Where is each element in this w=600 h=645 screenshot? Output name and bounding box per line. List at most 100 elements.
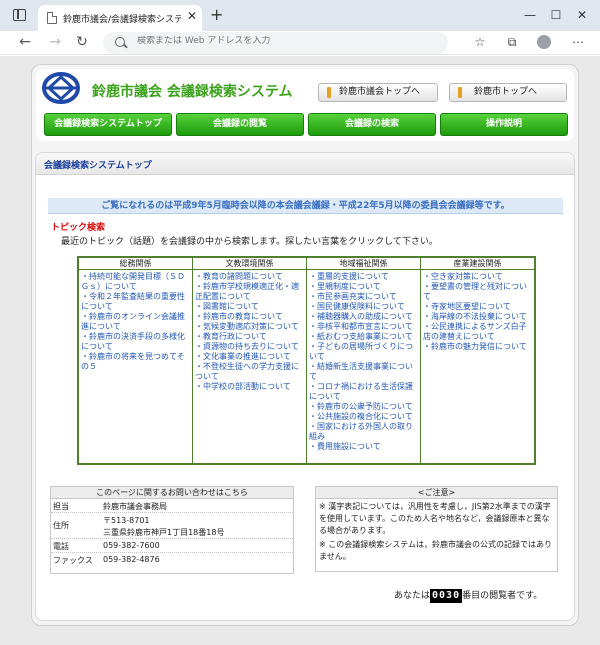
topic-column-industry: 産業建設関係 空き家対策について 要望書の管理と残対について 寺家地区要望につい… <box>421 258 534 463</box>
topic-link[interactable]: 資源物の持ち去りについて <box>195 342 304 352</box>
topic-list: 持続可能な開発目標（ＳＤＧｓ）について 令和２年監査結果の重要性について 鈴鹿市… <box>79 270 192 372</box>
topic-link[interactable]: 非核平和都市宣言について <box>309 322 418 332</box>
search-icon <box>115 37 125 47</box>
topic-link[interactable]: 鈴鹿市学校規模適正化・適正配置について <box>195 282 304 302</box>
topic-link[interactable]: 国家における外国人の取り組み <box>309 422 418 442</box>
page-icon <box>47 12 57 24</box>
page-viewport: 鈴鹿市議会 会議録検索システム 鈴鹿市議会トップへ 鈴鹿市トップへ 会議録検索シ… <box>0 56 600 645</box>
topic-link[interactable]: 持続可能な開発目標（ＳＤＧｓ）について <box>81 272 190 292</box>
topic-link[interactable]: 鈴鹿市の教育について <box>195 312 304 322</box>
topic-link[interactable]: 紙おむつ支給事業について <box>309 332 418 342</box>
site-title: 鈴鹿市議会 会議録検索システム <box>92 84 293 100</box>
topic-link[interactable]: 不登校生徒への学力支援について <box>195 362 304 382</box>
topic-link[interactable]: 教育行政について <box>195 332 304 342</box>
topic-search-heading: トピック検索 <box>51 223 106 233</box>
topic-link[interactable]: 空き家対策について <box>423 272 532 282</box>
address-input[interactable] <box>137 36 437 46</box>
topic-link[interactable]: 公民連携によるサンズ白子店の建替えについて <box>423 322 532 342</box>
caution-text: ※ 漢字表記については，汎用性を考慮し，JIS第2水準までの漢字を使用しています… <box>319 502 551 535</box>
topic-link[interactable]: コロナ禍における生活保護について <box>309 382 418 402</box>
contact-row: 電話 059-382-7600 <box>51 539 293 553</box>
topic-column-heading: 産業建設関係 <box>421 258 534 270</box>
menu-instructions[interactable]: 操作説明 <box>440 113 568 136</box>
topic-column-welfare: 地域福祉関係 重層的支援について 里親制度について 市民参画充実について 国民健… <box>307 258 421 463</box>
close-window-button[interactable]: ✕ <box>572 6 592 24</box>
browser-toolbar: ← → ↻ ☆ ⧉ ⋯ <box>0 31 600 55</box>
topic-link[interactable]: 市民参画充実について <box>309 292 418 302</box>
topic-link[interactable]: 図書館について <box>195 302 304 312</box>
topic-link[interactable]: 鈴鹿市の決済手段の多様化について <box>81 332 190 352</box>
contact-value: 鈴鹿市議会事務局 <box>103 502 167 511</box>
topic-link[interactable]: 公共施設の複合化について <box>309 412 418 422</box>
contact-value: 〒513-8701 <box>103 516 150 525</box>
page-container: 鈴鹿市議会 会議録検索システム 鈴鹿市議会トップへ 鈴鹿市トップへ 会議録検索シ… <box>31 64 579 626</box>
topic-list: 重層的支援について 里親制度について 市民参画充実について 国民健康保険料につい… <box>307 270 420 452</box>
page-title: 会議録検索システムトップ <box>44 161 152 171</box>
topic-link[interactable]: 子どもの居場所づくりについて <box>309 342 418 362</box>
city-top-link[interactable]: 鈴鹿市トップへ <box>449 83 567 102</box>
topic-link[interactable]: 重層的支援について <box>309 272 418 282</box>
favorite-star-icon[interactable]: ☆ <box>472 34 488 50</box>
topic-list: 教育の諸問題について 鈴鹿市学校規模適正化・適正配置について 図書館について 鈴… <box>193 270 306 392</box>
bullet-icon <box>458 87 462 98</box>
availability-notice: ご覧になれるのは平成9年5月臨時会以降の本会議会議録・平成22年5月以降の委員会… <box>48 198 563 214</box>
contact-heading: このページに関するお問い合わせはこちら <box>51 487 293 499</box>
maximize-button[interactable]: ☐ <box>546 6 566 24</box>
topic-link[interactable]: 文化事業の推進について <box>195 352 304 362</box>
topic-link[interactable]: 補聴器購入の助成について <box>309 312 418 322</box>
topic-column-general: 総務関係 持続可能な開発目標（ＳＤＧｓ）について 令和２年監査結果の重要性につい… <box>79 258 193 463</box>
menu-search-system-top[interactable]: 会議録検索システムトップ <box>44 113 172 136</box>
collections-icon[interactable]: ⧉ <box>504 34 520 50</box>
topic-link[interactable]: 気候変動適応対策について <box>195 322 304 332</box>
topic-link[interactable]: 国民健康保険料について <box>309 302 418 312</box>
topic-link[interactable]: 要望書の管理と残対について <box>423 282 532 302</box>
back-button[interactable]: ← <box>16 33 34 51</box>
topic-link[interactable]: 令和２年監査結果の重要性について <box>81 292 190 312</box>
tab-title: 鈴鹿市議会/会議録検索システム <box>63 15 181 25</box>
topic-link[interactable]: 費用施設について <box>309 442 418 452</box>
contact-row: ファックス 059-382-4876 <box>51 553 293 567</box>
council-top-link[interactable]: 鈴鹿市議会トップへ <box>318 83 438 102</box>
address-bar[interactable] <box>103 32 448 54</box>
contact-value: 三重県鈴鹿市神戸1丁目18番18号 <box>103 528 225 537</box>
caution-text: ※ この会議録検索システムは，鈴鹿市議会の公式の記録ではありません。 <box>319 540 553 561</box>
browser-tab[interactable]: 鈴鹿市議会/会議録検索システム ✕ <box>38 5 202 31</box>
more-menu-icon[interactable]: ⋯ <box>570 34 586 50</box>
contact-value: 059-382-4876 <box>103 555 160 564</box>
topic-link[interactable]: 結婚新生活支援事業について <box>309 362 418 382</box>
topic-link[interactable]: 鈴鹿市の魅力発信について <box>423 342 532 352</box>
topic-link[interactable]: 中学校の部活動について <box>195 382 304 392</box>
topic-link[interactable]: 鈴鹿市の公衆予防について <box>309 402 418 412</box>
tab-close-icon[interactable]: ✕ <box>186 9 198 23</box>
counter-prefix: あなたは <box>394 591 431 601</box>
topic-link[interactable]: 教育の諸問題について <box>195 272 304 282</box>
topic-link[interactable]: 寺家地区要望について <box>423 302 532 312</box>
browser-titlebar: 鈴鹿市議会/会議録検索システム ✕ + — ☐ ✕ <box>0 0 600 31</box>
visitor-counter: あなたは 0030 番目の閲覧者です。 <box>394 589 542 603</box>
topic-link[interactable]: 鈴鹿市のオンライン会議推進について <box>81 312 190 332</box>
menu-search-minutes[interactable]: 会議録の検索 <box>308 113 436 136</box>
topic-link[interactable]: 里親制度について <box>309 282 418 292</box>
minimize-button[interactable]: — <box>520 6 540 24</box>
topic-table: 総務関係 持続可能な開発目標（ＳＤＧｓ）について 令和２年監査結果の重要性につい… <box>77 256 536 465</box>
main-content: 会議録検索システムトップ ご覧になれるのは平成9年5月臨時会以降の本会議会議録・… <box>35 152 575 621</box>
forward-button[interactable]: → <box>46 33 64 51</box>
topic-column-heading: 総務関係 <box>79 258 192 270</box>
topic-link[interactable]: 鈴鹿市の将来を見つめてその５ <box>81 352 190 372</box>
window-menu-icon[interactable] <box>13 9 26 21</box>
city-top-link-label: 鈴鹿市トップへ <box>474 87 538 97</box>
city-emblem-icon <box>42 72 80 104</box>
topic-link[interactable]: 海岸線の不法投棄について <box>423 312 532 322</box>
contact-label: ファックス <box>53 556 93 565</box>
refresh-icon[interactable]: ↻ <box>73 33 91 51</box>
caution-box: <ご注意> ※ 漢字表記については，汎用性を考慮し，JIS第2水準までの漢字を使… <box>315 486 558 572</box>
contact-label: 電話 <box>53 542 69 551</box>
contact-value: 059-382-7600 <box>103 541 160 550</box>
topic-column-heading: 文教環境関係 <box>193 258 306 270</box>
contact-box: このページに関するお問い合わせはこちら 担当 鈴鹿市議会事務局 住所 〒513-… <box>50 486 294 574</box>
new-tab-button[interactable]: + <box>210 6 224 24</box>
profile-avatar[interactable] <box>537 35 551 49</box>
caution-heading: <ご注意> <box>316 487 557 499</box>
menu-browse-minutes[interactable]: 会議録の閲覧 <box>176 113 304 136</box>
content-header: 会議録検索システムトップ <box>36 153 574 175</box>
